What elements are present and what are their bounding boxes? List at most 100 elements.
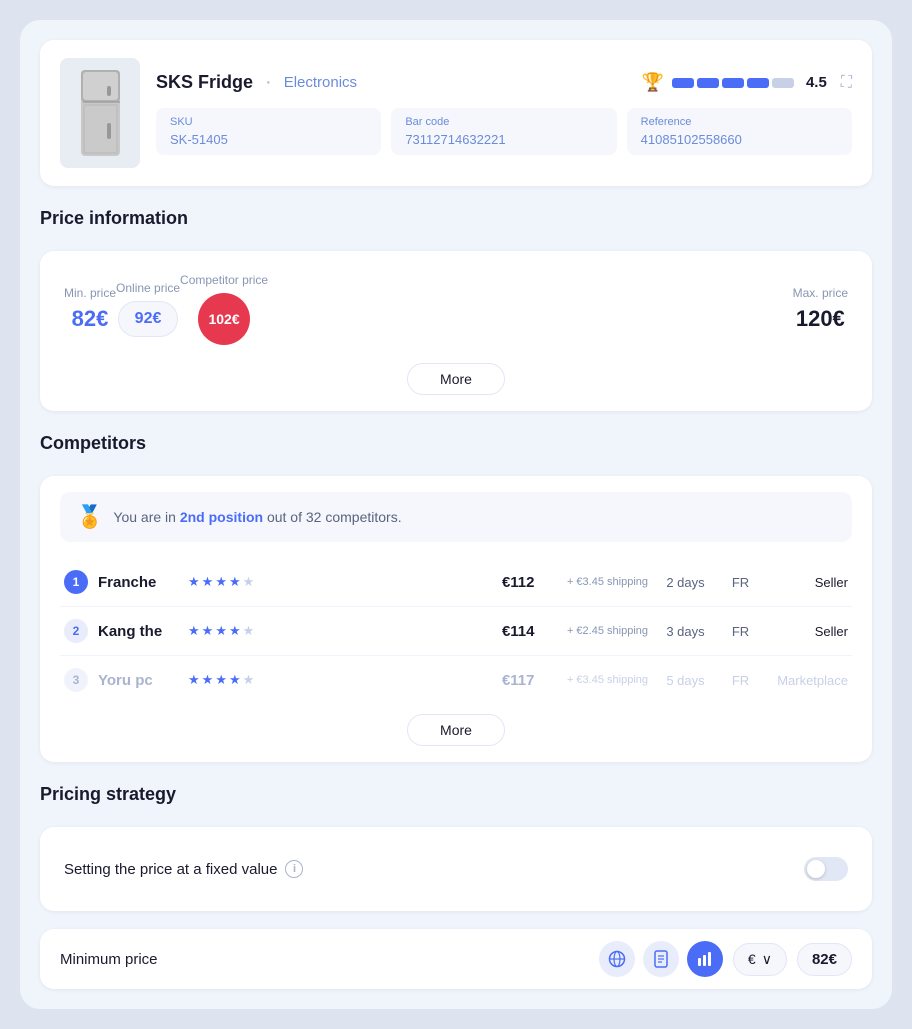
star-filled: ★ [188,623,200,639]
rating-bar-5 [772,78,794,88]
comp-rank: 3 [64,668,88,692]
online-price-label: Online price [116,281,180,295]
position-text: You are in 2nd position out of 32 compet… [113,509,401,525]
sku-value: SK-51405 [170,132,367,147]
fixed-price-row: Setting the price at a fixed value i [64,847,848,891]
comp-days: 3 days [658,624,713,639]
trophy-icon: 🏆 [642,72,664,93]
expand-icon[interactable]: ⛶ [841,74,852,92]
product-rating: 🏆 4.5 ⛶ [642,72,852,93]
competitors-more-btn-container: More [60,714,852,746]
min-price-bottom-label: Minimum price [60,951,158,968]
competitor-price-label: Competitor price [180,273,268,287]
comp-type: Seller [768,624,848,639]
comp-country: FR [723,575,758,590]
min-price-value: 82€ [64,306,116,332]
strategy-card: Setting the price at a fixed value i [40,827,872,911]
comp-name: Yoru pc [98,672,178,689]
comp-shipping: + €3.45 shipping [567,576,648,588]
page-container: SKS Fridge · Electronics 🏆 4.5 ⛶ [20,20,892,1009]
reference-field: Reference 41085102558660 [627,108,852,155]
star-filled: ★ [202,574,214,590]
comp-price: €114 [502,623,557,640]
star-empty: ★ [243,623,255,639]
star-filled: ★ [202,672,214,688]
star-empty: ★ [243,574,255,590]
comp-days: 2 days [658,575,713,590]
price-card: Min. price 82€ Online price 92€ Competit… [40,251,872,411]
comp-shipping: + €2.45 shipping [567,625,648,637]
sku-label: SKU [170,116,367,128]
comp-rank: 2 [64,619,88,643]
pricing-strategy-title: Pricing strategy [40,780,872,809]
product-card: SKS Fridge · Electronics 🏆 4.5 ⛶ [40,40,872,186]
barcode-label: Bar code [405,116,602,128]
price-more-button[interactable]: More [407,363,505,395]
min-price-label: Min. price [64,286,116,300]
product-title-row: SKS Fridge · Electronics 🏆 4.5 ⛶ [156,71,852,94]
rating-score: 4.5 [806,74,827,91]
position-banner: 🏅 You are in 2nd position out of 32 comp… [60,492,852,542]
product-category: Electronics [284,74,357,91]
comp-rank: 1 [64,570,88,594]
product-meta: SKU SK-51405 Bar code 73112714632221 Ref… [156,108,852,155]
comp-stars: ★★★★★ [188,623,492,639]
position-highlight: 2nd position [180,509,263,525]
reference-value: 41085102558660 [641,132,838,147]
rating-bar-2 [697,78,719,88]
comp-price: €112 [502,574,557,591]
star-filled: ★ [229,574,241,590]
min-price-input[interactable]: 82€ [797,943,852,976]
star-filled: ★ [229,672,241,688]
competitor-row-1: 1 Franche ★★★★★ €112 + €3.45 shipping 2 … [60,558,852,607]
title-dot: · [265,71,272,94]
star-filled: ★ [215,623,227,639]
competitors-section-title: Competitors [40,429,872,458]
rating-bars [672,78,794,88]
comp-stars: ★★★★★ [188,672,492,688]
star-filled: ★ [229,623,241,639]
barcode-field: Bar code 73112714632221 [391,108,616,155]
fixed-price-label: Setting the price at a fixed value i [64,860,303,878]
price-row: Min. price 82€ Online price 92€ Competit… [64,273,848,345]
currency-selector[interactable]: € ∨ [733,943,787,976]
star-empty: ★ [243,672,255,688]
competitors-more-button[interactable]: More [407,714,505,746]
competitors-card: 🏅 You are in 2nd position out of 32 comp… [40,476,872,762]
max-price-label: Max. price [793,286,848,300]
competitor-list: 1 Franche ★★★★★ €112 + €3.45 shipping 2 … [60,558,852,704]
rating-bar-1 [672,78,694,88]
fixed-price-toggle[interactable] [804,857,848,881]
pricing-strategy-section: Pricing strategy Setting the price at a … [40,780,872,911]
fixed-price-info-icon[interactable]: i [285,860,303,878]
rating-bar-4 [747,78,769,88]
online-price-item: Online price 92€ [116,281,180,337]
comp-stars: ★★★★★ [188,574,492,590]
comp-country: FR [723,673,758,688]
online-price-bubble: 92€ [118,301,179,337]
comp-country: FR [723,624,758,639]
star-filled: ★ [188,672,200,688]
sku-field: SKU SK-51405 [156,108,381,155]
comp-name: Franche [98,574,178,591]
price-more-btn-container: More [64,363,848,395]
reference-label: Reference [641,116,838,128]
product-info: SKS Fridge · Electronics 🏆 4.5 ⛶ [156,71,852,155]
bottom-bar: Minimum price [40,929,872,989]
star-filled: ★ [215,672,227,688]
price-section-title: Price information [40,204,872,233]
competitor-price-item: Competitor price 102€ [180,273,268,345]
comp-name: Kang the [98,623,178,640]
max-price-value: 120€ [793,306,848,332]
product-image [60,58,140,168]
product-name: SKS Fridge [156,72,253,93]
competitor-price-bubble: 102€ [198,293,250,345]
min-price-item: Min. price 82€ [64,286,116,332]
comp-days: 5 days [658,673,713,688]
award-icon: 🏅 [76,504,103,530]
competitor-row-2: 2 Kang the ★★★★★ €114 + €2.45 shipping 3… [60,607,852,656]
comp-shipping: + €3.45 shipping [567,674,648,686]
comp-price: €117 [502,672,557,689]
star-filled: ★ [215,574,227,590]
star-filled: ★ [188,574,200,590]
